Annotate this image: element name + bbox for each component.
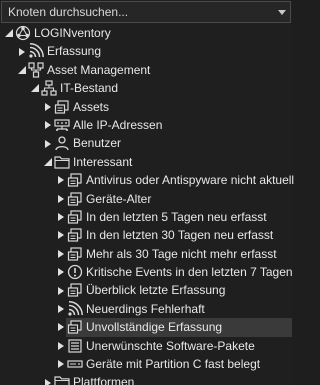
tree-item-label: Erfassung (47, 44, 102, 59)
tree-item[interactable]: IT-Bestand (0, 79, 292, 97)
tree-item[interactable]: Asset Management (0, 61, 292, 79)
expand-arrow-icon[interactable] (56, 300, 66, 318)
tree-item-label: In den letzten 30 Tagen neu erfasst (86, 228, 274, 243)
tree-item[interactable]: Mehr als 30 Tage nicht mehr erfasst (0, 245, 292, 263)
tree-item-label: IT-Bestand (60, 81, 119, 96)
folder-icon (54, 154, 70, 170)
wifi-icon (67, 300, 83, 317)
tree-item[interactable]: Benutzer (0, 134, 292, 152)
network-globe-icon (15, 25, 31, 41)
tree-item[interactable]: Geräte mit Partition C fast belegt (0, 355, 292, 373)
wifi-icon (28, 43, 44, 59)
tree-item-label: Neuerdings Fehlerhaft (86, 301, 205, 316)
tree-item-label: Geräte-Alter (86, 191, 152, 206)
tree-item[interactable]: Antivirus oder Antispyware nicht aktuell (0, 171, 295, 189)
tree-item-label: Alle IP-Adressen (73, 117, 163, 132)
tree-item[interactable]: LOGINventory (0, 24, 292, 42)
tree-item-label: Kritische Events in den letzten 7 Tagen (86, 265, 293, 280)
tree-item[interactable]: Plattformen (0, 373, 292, 385)
ip-address-icon (54, 117, 70, 133)
hard-drive-icon (67, 356, 83, 372)
warning-circle-icon (67, 264, 83, 280)
expand-arrow-icon[interactable] (56, 282, 66, 300)
tree-item-label: Benutzer (73, 136, 122, 151)
navigation-tree: LOGINventory Erfassung Asset Management IT-… (0, 24, 295, 385)
tree-item[interactable]: Geräte-Alter (0, 190, 292, 208)
query-icon (67, 319, 83, 335)
expand-arrow-icon[interactable] (43, 374, 53, 385)
expand-arrow-icon[interactable] (56, 245, 66, 263)
expand-arrow-icon[interactable] (43, 116, 53, 134)
expand-arrow-icon[interactable] (56, 337, 66, 355)
tree-item[interactable]: Überblick letzte Erfassung (0, 281, 292, 299)
asset-management-icon (28, 62, 44, 78)
tree-item-label: Asset Management (47, 62, 151, 77)
expand-arrow-icon[interactable] (56, 355, 66, 373)
tree-item-label: In den letzten 5 Tagen neu erfasst (86, 209, 267, 224)
tree-item[interactable]: Unvollständige Erfassung (0, 318, 292, 338)
query-icon (67, 282, 83, 298)
expand-arrow-icon[interactable] (56, 226, 66, 244)
expand-arrow-icon[interactable] (17, 43, 27, 61)
tree-item-label: Assets (73, 99, 110, 114)
package-icon (67, 338, 83, 354)
tree-item-label: Antivirus oder Antispyware nicht aktuell (86, 173, 295, 188)
tree-item[interactable]: Unerwünschte Software-Pakete (0, 337, 292, 355)
expand-arrow-icon[interactable] (56, 208, 66, 226)
expand-arrow-icon[interactable] (56, 263, 66, 281)
expand-arrow-icon[interactable] (56, 190, 66, 208)
folder-icon (54, 374, 70, 385)
query-icon (67, 227, 83, 243)
search-input[interactable] (2, 2, 274, 22)
expand-arrow-icon[interactable] (43, 98, 53, 116)
query-icon (54, 99, 70, 115)
tree-item-label: LOGINventory (34, 26, 111, 40)
tree-item-label: Überblick letzte Erfassung (86, 283, 226, 298)
tree-panel: LOGINventory Erfassung Asset Management IT-… (0, 0, 295, 385)
tree-item[interactable]: Interessant (0, 153, 292, 171)
expand-arrow-icon[interactable] (43, 135, 53, 153)
tree-item[interactable]: In den letzten 5 Tagen neu erfasst (0, 208, 292, 226)
collapse-arrow-icon[interactable] (17, 61, 27, 79)
query-icon (67, 172, 83, 188)
expand-arrow-icon[interactable] (56, 171, 66, 189)
tree-item-label: Unerwünschte Software-Pakete (86, 338, 255, 353)
tree-item[interactable]: In den letzten 30 Tagen neu erfasst (0, 226, 292, 244)
network-tree-icon (41, 80, 57, 96)
collapse-arrow-icon[interactable] (43, 153, 53, 171)
tree-item-label: Interessant (73, 154, 133, 169)
collapse-arrow-icon[interactable] (30, 79, 40, 97)
tree-item[interactable]: Assets (0, 98, 292, 116)
expand-arrow-icon[interactable] (56, 318, 66, 336)
chevron-down-icon[interactable] (274, 2, 290, 22)
tree-item[interactable]: Kritische Events in den letzten 7 Tagen (0, 263, 293, 281)
query-icon (67, 191, 83, 207)
tree-item-label: Mehr als 30 Tage nicht mehr erfasst (86, 246, 277, 261)
tree-item[interactable]: Neuerdings Fehlerhaft (0, 300, 292, 318)
tree-item-label: Unvollständige Erfassung (86, 320, 223, 335)
collapse-arrow-icon[interactable] (4, 24, 14, 42)
tree-item[interactable]: Alle IP-Adressen (0, 116, 292, 134)
tree-item-label: Geräte mit Partition C fast belegt (86, 357, 261, 372)
tree-item-label: Plattformen (73, 375, 135, 385)
search-box[interactable] (1, 1, 291, 23)
query-icon (67, 246, 83, 262)
user-icon (54, 135, 70, 151)
query-icon (67, 209, 83, 225)
tree-item[interactable]: Erfassung (0, 42, 292, 60)
